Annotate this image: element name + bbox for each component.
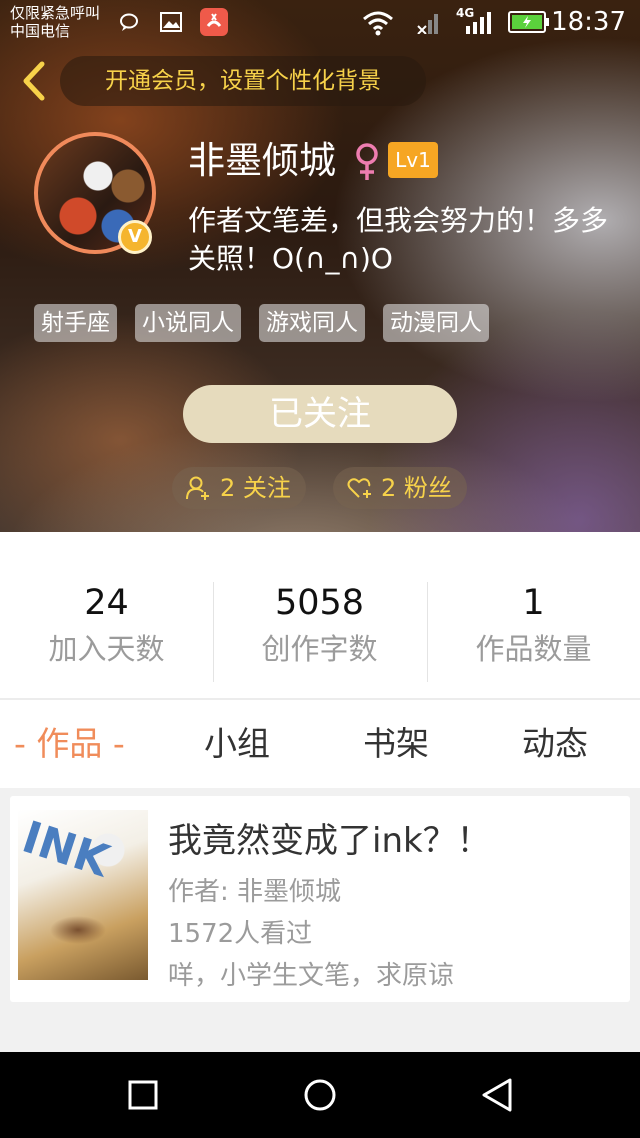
fans-count: 2 粉丝: [381, 474, 452, 502]
stat-label: 作品数量: [475, 632, 592, 666]
tag-game-fanfic: 游戏同人: [259, 304, 365, 342]
profile-stats: 24 加入天数 5058 创作字数 1 作品数量: [0, 532, 640, 700]
stat-label: 加入天数: [48, 632, 165, 666]
tab-works[interactable]: - 作品 -: [14, 720, 125, 768]
missed-call-icon: [200, 8, 228, 36]
profile-page: 仅限紧急呼叫 中国电信 4G 18:37 开通会员，设置个性化背景 V 非墨倾城…: [0, 0, 640, 1138]
tag-anime-fanfic: 动漫同人: [383, 304, 489, 342]
work-description: 咩，小学生文笔，求原谅: [168, 961, 455, 991]
work-views: 1572人看过: [168, 919, 313, 949]
works-list: INK 我竟然变成了ink？！ 作者: 非墨倾城 1572人看过 咩，小学生文笔…: [0, 788, 640, 1052]
status-bar: 仅限紧急呼叫 中国电信 4G 18:37: [0, 0, 640, 44]
username: 非墨倾城: [188, 139, 336, 182]
signal-icon: [466, 12, 491, 34]
back-button[interactable]: [18, 60, 50, 102]
profile-tabs: - 作品 - 小组 书架 动态: [0, 702, 640, 788]
carrier-info: 仅限紧急呼叫 中国电信: [10, 4, 100, 40]
work-cover-image: INK: [18, 810, 148, 980]
back-nav-button[interactable]: [474, 1072, 520, 1118]
carrier-emergency-text: 仅限紧急呼叫: [10, 4, 101, 22]
tab-groups[interactable]: 小组: [204, 720, 270, 768]
tag-novel-fanfic: 小说同人: [135, 304, 241, 342]
stat-value: 24: [84, 583, 129, 623]
clock: 18:37: [551, 7, 626, 37]
following-count: 2 关注: [220, 474, 291, 502]
follow-button[interactable]: 已关注: [183, 385, 457, 443]
tag-zodiac: 射手座: [34, 304, 117, 342]
stat-word-count: 5058 创作字数: [213, 582, 426, 672]
battery-icon: [508, 11, 549, 33]
carrier-name: 中国电信: [10, 22, 71, 40]
heart-add-icon: [347, 478, 371, 498]
tab-activity[interactable]: 动态: [522, 720, 588, 768]
profile-bio: 作者文笔差，但我会努力的！多多关照！O(∩_∩)O: [188, 204, 609, 275]
vip-badge: V: [118, 220, 152, 254]
vip-background-promo[interactable]: 开通会员，设置个性化背景: [60, 56, 426, 106]
gallery-icon: [160, 12, 182, 32]
profile-header: 仅限紧急呼叫 中国电信 4G 18:37 开通会员，设置个性化背景 V 非墨倾城…: [0, 0, 640, 532]
recent-apps-button[interactable]: [120, 1072, 166, 1118]
stat-label: 创作字数: [261, 632, 378, 666]
stat-works-count: 1 作品数量: [427, 582, 640, 672]
tab-bookshelf[interactable]: 书架: [363, 720, 429, 768]
level-badge: Lv1: [388, 142, 438, 178]
work-card[interactable]: INK 我竟然变成了ink？！ 作者: 非墨倾城 1572人看过 咩，小学生文笔…: [10, 796, 630, 1002]
female-gender-icon: [356, 143, 378, 180]
message-icon: [120, 13, 138, 31]
cover-title-art: INK: [18, 811, 116, 888]
system-nav-bar: [0, 1052, 640, 1138]
home-button[interactable]: [297, 1072, 343, 1118]
stat-value: 5058: [274, 583, 365, 623]
user-add-icon: [186, 476, 209, 500]
work-title: 我竟然变成了ink？！: [168, 821, 491, 861]
stat-days-joined: 24 加入天数: [0, 582, 213, 672]
fans-button[interactable]: 2 粉丝: [333, 467, 467, 509]
work-author: 作者: 非墨倾城: [168, 877, 342, 907]
stat-value: 1: [522, 583, 545, 623]
wifi-icon: [363, 11, 393, 36]
signal-sim2-icon: [417, 14, 438, 34]
following-button[interactable]: 2 关注: [172, 467, 306, 509]
profile-tags: 射手座 小说同人 游戏同人 动漫同人: [34, 304, 489, 342]
